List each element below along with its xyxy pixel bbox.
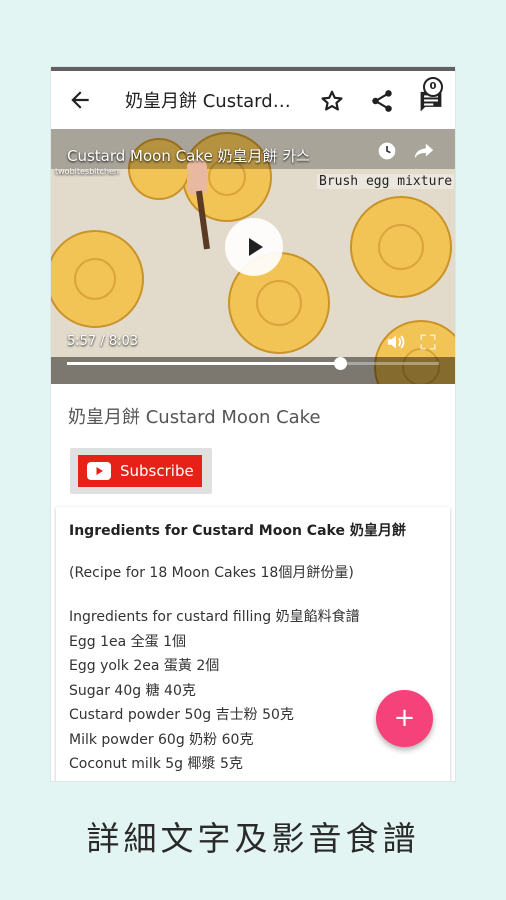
play-button[interactable]: [225, 218, 283, 276]
ingredient-line: Egg 1ea 全蛋 1個: [69, 633, 186, 650]
ingredient-line: Sugar 40g 糖 40克: [69, 682, 196, 699]
ingredients-heading: Ingredients for Custard Moon Cake 奶皇月餅: [69, 523, 406, 539]
video-progress-fill: [67, 362, 341, 365]
page-title: 奶皇月餅 Custard Moon Cake 奶皇月餅 카스: [125, 91, 295, 112]
servings-note: (Recipe for 18 Moon Cakes 18個月餅份量): [69, 565, 354, 581]
subscribe-button[interactable]: Subscribe: [70, 448, 212, 494]
app-bar: 奶皇月餅 Custard Moon Cake 奶皇月餅 카스 0: [51, 67, 455, 129]
video-title: Custard Moon Cake 奶皇月餅 카스: [67, 147, 310, 165]
video-caption-text: Brush egg mixture: [317, 174, 455, 189]
fullscreen-icon[interactable]: [419, 333, 437, 351]
add-fab-button[interactable]: +: [376, 690, 433, 747]
subscribe-label: Subscribe: [120, 462, 194, 480]
video-share-icon[interactable]: [413, 141, 435, 161]
favorite-star-icon[interactable]: [319, 88, 345, 114]
ingredient-line: Coconut milk 5g 椰漿 5克: [69, 756, 243, 772]
video-time: 5:57 / 8:03: [67, 334, 139, 349]
youtube-icon: [87, 462, 111, 480]
back-arrow-icon[interactable]: [67, 87, 93, 113]
play-icon: [249, 238, 263, 256]
video-progress-bar[interactable]: [67, 357, 439, 370]
ingredient-line: Egg yolk 2ea 蛋黃 2個: [69, 658, 220, 674]
ingredient-line: Ingredients for custard filling 奶皇餡料食譜: [69, 609, 360, 625]
share-icon[interactable]: [369, 88, 395, 114]
subscribe-button-face: Subscribe: [78, 455, 202, 487]
watch-later-clock-icon[interactable]: [377, 141, 397, 161]
volume-icon[interactable]: [385, 331, 407, 353]
app-screen: 奶皇月餅 Custard Moon Cake 奶皇月餅 카스 0: [51, 67, 455, 781]
video-channel-name: twobitesbitchen: [55, 167, 119, 176]
ingredient-list: Ingredients for custard filling 奶皇餡料食譜 E…: [69, 605, 360, 777]
recipe-title: 奶皇月餅 Custard Moon Cake: [68, 407, 321, 428]
ingredient-line: Milk powder 60g 奶粉 60克: [69, 731, 254, 748]
comment-count-badge: 0: [423, 77, 443, 97]
ingredient-line: Custard powder 50g 吉士粉 50克: [69, 707, 294, 723]
video-player[interactable]: Custard Moon Cake 奶皇月餅 카스 twobitesbitche…: [51, 129, 455, 384]
promo-caption: 詳細文字及影音食譜: [86, 819, 420, 858]
